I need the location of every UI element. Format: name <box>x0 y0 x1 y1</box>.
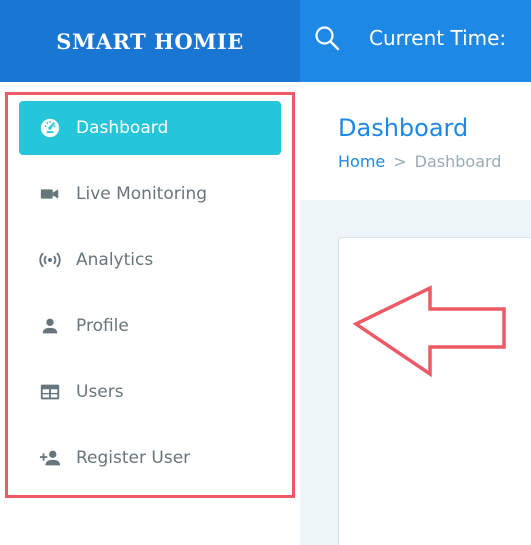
sidebar-item-label: Live Monitoring <box>76 184 208 204</box>
person-add-icon <box>39 447 61 469</box>
sidebar-item-users[interactable]: Users <box>19 365 281 419</box>
breadcrumb-current: Dashboard <box>414 152 502 171</box>
sidebar-item-label: Users <box>76 382 124 402</box>
sidebar-item-profile[interactable]: Profile <box>19 299 281 353</box>
brand-logo[interactable]: SMART HOMIE <box>0 0 300 82</box>
sidebar: Dashboard Live Monitoring Analytics Prof… <box>0 82 300 545</box>
current-time-label: Current Time: <box>369 26 507 50</box>
page-header: Dashboard Home > Dashboard <box>300 82 531 200</box>
sidebar-item-analytics[interactable]: Analytics <box>19 233 281 287</box>
sidebar-item-label: Register User <box>76 448 191 468</box>
page-title: Dashboard <box>338 114 469 142</box>
brand-name: SMART HOMIE <box>56 28 244 54</box>
sidebar-item-register-user[interactable]: Register User <box>19 431 281 485</box>
top-bar: Current Time: <box>300 0 531 82</box>
left-arrow-annotation <box>352 285 506 378</box>
sidebar-item-live-monitoring[interactable]: Live Monitoring <box>19 167 281 221</box>
speedometer-icon <box>39 117 61 139</box>
breadcrumb-separator: > <box>393 152 407 171</box>
sidebar-item-label: Analytics <box>76 250 154 270</box>
breadcrumb: Home > Dashboard <box>338 152 501 171</box>
person-icon <box>39 315 61 337</box>
sidebar-item-label: Dashboard <box>76 118 169 138</box>
videocam-icon <box>39 183 61 205</box>
broadcast-icon <box>39 249 61 271</box>
breadcrumb-home-link[interactable]: Home <box>338 152 385 171</box>
sidebar-item-dashboard[interactable]: Dashboard <box>19 101 281 155</box>
sidebar-item-label: Profile <box>76 316 129 336</box>
table-icon <box>39 381 61 403</box>
search-icon[interactable] <box>314 25 340 51</box>
